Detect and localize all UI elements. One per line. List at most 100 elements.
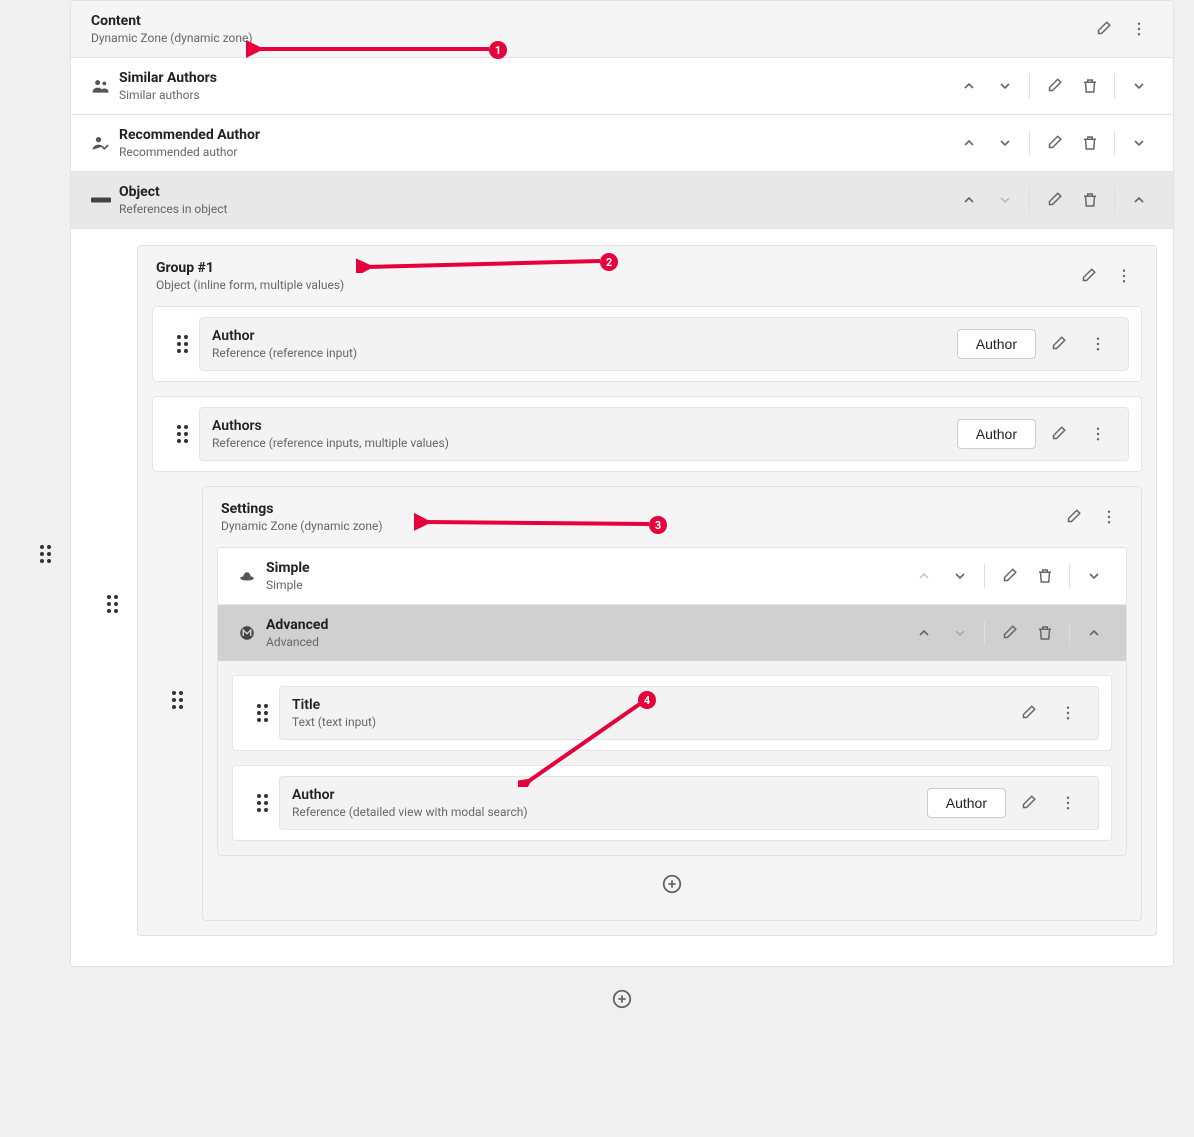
reference-type-button[interactable]: Author [927,788,1006,818]
field-subtitle: Reference (reference inputs, multiple va… [212,436,957,450]
component-subtitle: Similar authors [119,88,951,102]
dz-row-simple: Simple Simple [218,548,1126,605]
more-button[interactable] [1106,258,1142,294]
component-row-recommended-author: Recommended Author Recommended author [71,115,1173,172]
field-title: Author [292,787,927,803]
content-panel: 1 Content Dynamic Zone (dynamic zone) [70,0,1174,967]
more-button[interactable] [1091,499,1127,535]
delete-button[interactable] [1072,182,1108,218]
delete-button[interactable] [1072,68,1108,104]
move-up-button[interactable] [951,182,987,218]
field-drag-handle[interactable] [257,704,268,722]
move-up-button[interactable] [951,125,987,161]
expand-button[interactable] [1076,558,1112,594]
separator [984,621,985,645]
expand-button[interactable] [1121,125,1157,161]
field-subtitle: Reference (detailed view with modal sear… [292,805,927,819]
annotation-badge-2: 2 [600,253,618,271]
collapse-button[interactable] [1076,615,1112,651]
more-button[interactable] [1080,326,1116,362]
circle-m-icon [232,624,262,642]
dz-row-advanced: Advanced Advanced [218,605,1126,661]
move-down-button[interactable] [987,125,1023,161]
move-down-button[interactable] [942,558,978,594]
edit-button[interactable] [1055,499,1091,535]
edit-button[interactable] [1040,326,1076,362]
component-title: Similar Authors [119,70,951,86]
edit-button[interactable] [1085,11,1121,47]
page-drag-handle[interactable] [40,545,51,563]
delete-button[interactable] [1027,615,1063,651]
component-title: Object [119,184,951,200]
component-row-similar-authors: Similar Authors Similar authors [71,58,1173,115]
advanced-body: 4 [218,661,1126,855]
hat-icon [232,567,262,585]
component-subtitle: References in object [119,202,951,216]
field-drag-handle[interactable] [257,794,268,812]
move-down-button [942,615,978,651]
group-1-panel: Group #1 Object (inline form, multiple v… [137,245,1157,936]
field-row-author: Author Reference (reference input) Autho… [152,306,1142,382]
annotation-badge-4: 4 [638,691,656,709]
settings-title: Settings [221,501,1055,517]
field-title: Authors [212,418,957,434]
field-drag-handle[interactable] [177,335,188,353]
separator [1114,131,1115,155]
dz-title: Advanced [266,617,906,633]
move-up-button[interactable] [951,68,987,104]
separator [1029,74,1030,98]
more-button[interactable] [1080,416,1116,452]
edit-button[interactable] [991,615,1027,651]
content-title: Content [91,13,1085,29]
edit-button[interactable] [1036,182,1072,218]
move-down-button[interactable] [987,68,1023,104]
field-row-authors: Authors Reference (reference inputs, mul… [152,396,1142,472]
field-title: Author [212,328,957,344]
delete-button[interactable] [1027,558,1063,594]
field-drag-handle[interactable] [177,425,188,443]
add-dz-component-button[interactable] [654,866,690,902]
edit-button[interactable] [1070,258,1106,294]
field-subtitle: Reference (reference input) [212,346,957,360]
field-row-title: Title Text (text input) [232,675,1112,751]
separator [1029,131,1030,155]
collapse-button[interactable] [1121,182,1157,218]
annotation-badge-3: 3 [649,516,667,534]
dz-title: Simple [266,560,906,576]
delete-button[interactable] [1072,125,1108,161]
edit-button[interactable] [1010,695,1046,731]
edit-button[interactable] [1040,416,1076,452]
separator [1069,564,1070,588]
add-component-button[interactable] [604,981,640,1017]
more-button[interactable] [1121,11,1157,47]
field-subtitle: Text (text input) [292,715,1010,729]
group-drag-handle[interactable] [107,595,118,613]
reference-type-button[interactable]: Author [957,419,1036,449]
separator [1029,188,1030,212]
edit-button[interactable] [1010,785,1046,821]
people-icon [87,76,115,96]
component-title: Recommended Author [119,127,951,143]
field-row-author-detailed: Author Reference (detailed view with mod… [232,765,1112,841]
component-row-object: Object References in object [71,172,1173,229]
content-subtitle: Dynamic Zone (dynamic zone) [91,31,1085,45]
settings-drag-handle[interactable] [172,691,183,709]
move-up-button [906,558,942,594]
reference-type-button[interactable]: Author [957,329,1036,359]
expand-button[interactable] [1121,68,1157,104]
move-down-button [987,182,1023,218]
edit-button[interactable] [1036,125,1072,161]
more-button[interactable] [1050,695,1086,731]
edit-button[interactable] [991,558,1027,594]
separator [1114,74,1115,98]
annotation-badge-1: 1 [489,41,507,59]
more-button[interactable] [1050,785,1086,821]
group-subtitle: Object (inline form, multiple values) [156,278,1070,292]
person-check-icon [87,133,115,153]
settings-panel: Settings Dynamic Zone (dynamic zone) [202,486,1142,921]
separator [1069,621,1070,645]
separator [984,564,985,588]
edit-button[interactable] [1036,68,1072,104]
object-icon [87,193,115,207]
move-up-button[interactable] [906,615,942,651]
